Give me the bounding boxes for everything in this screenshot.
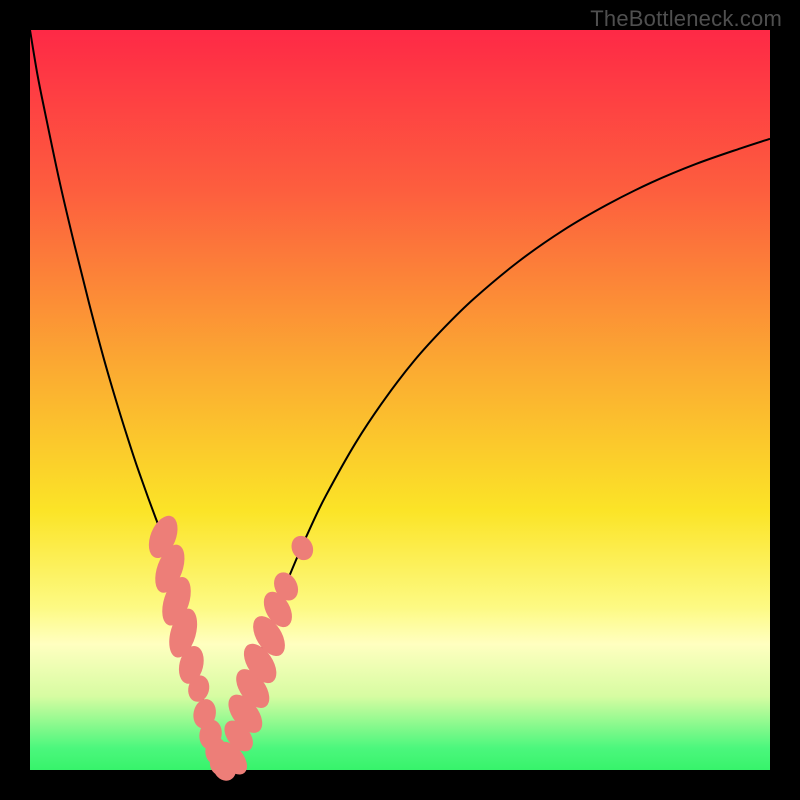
chart-frame: TheBottleneck.com [0,0,800,800]
curve-layer [30,30,770,770]
watermark-text: TheBottleneck.com [590,6,782,32]
marker-group [143,512,317,785]
bottleneck-curve [30,30,770,770]
curve-marker [287,532,317,564]
